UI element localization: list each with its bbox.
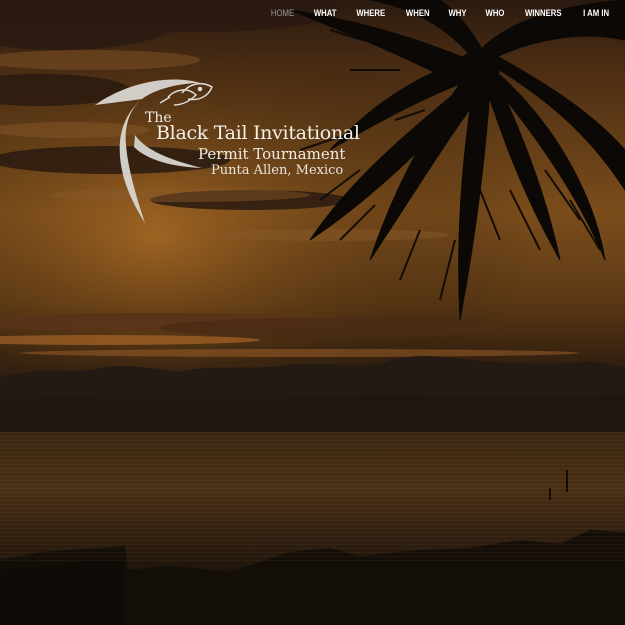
nav-who[interactable]: WHO: [479, 8, 512, 18]
nav-what[interactable]: WHAT: [307, 8, 343, 18]
nav-winners[interactable]: WINNERS: [518, 8, 568, 18]
nav-home[interactable]: HOME: [264, 8, 301, 18]
nav-i-am-in[interactable]: I AM IN: [576, 8, 616, 18]
main-nav: HOME WHAT WHERE WHEN WHY WHO WINNERS I A…: [261, 8, 619, 18]
sea-shimmer: [0, 432, 625, 562]
nav-why[interactable]: WHY: [442, 8, 474, 18]
logo-location: Punta Allen, Mexico: [211, 163, 344, 178]
logo-title: Black Tail Invitational: [156, 122, 360, 144]
nav-when[interactable]: WHEN: [399, 8, 436, 18]
hero-banner: HOME WHAT WHERE WHEN WHY WHO WINNERS I A…: [0, 0, 625, 625]
nav-where[interactable]: WHERE: [350, 8, 393, 18]
site-logo[interactable]: The Black Tail Invitational Permit Tourn…: [90, 75, 360, 225]
logo-subtitle: Permit Tournament: [198, 145, 346, 163]
